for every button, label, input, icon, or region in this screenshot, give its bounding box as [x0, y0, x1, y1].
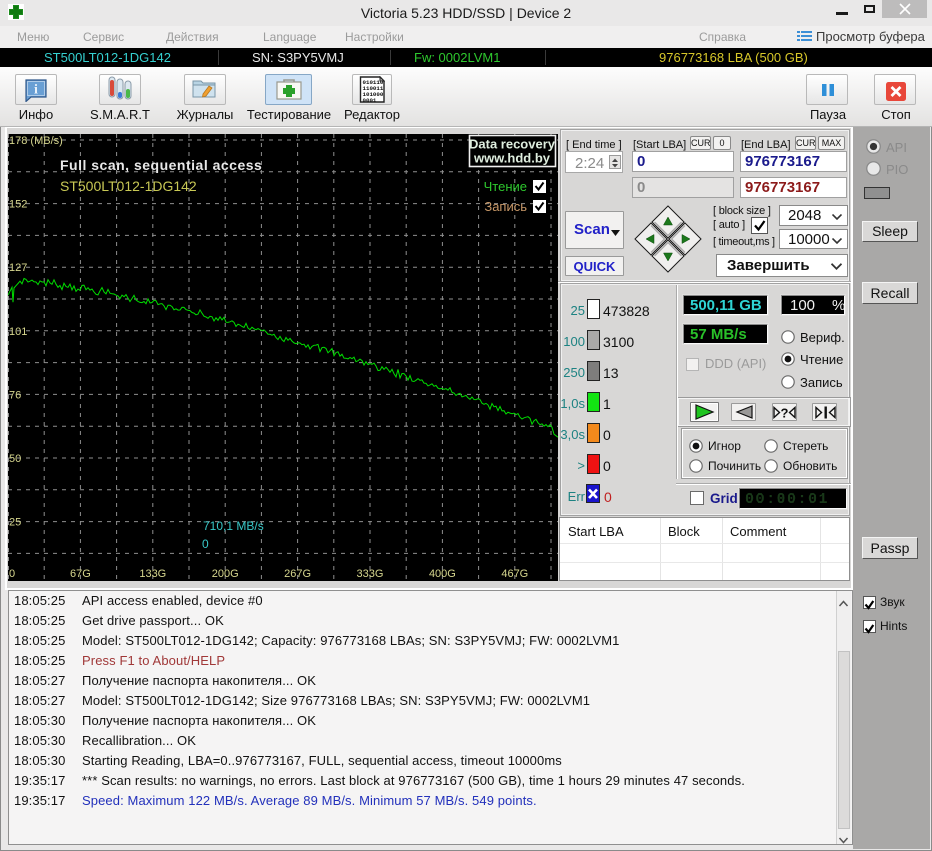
svg-text:Data recovery: Data recovery	[469, 137, 556, 152]
svg-text:Чтение: Чтение	[484, 179, 527, 194]
svg-text:Запись: Запись	[484, 199, 527, 214]
svg-text:152: 152	[9, 199, 27, 211]
svg-text:127: 127	[9, 262, 27, 274]
svg-text:www.hdd.by: www.hdd.by	[473, 151, 551, 166]
svg-text:76: 76	[9, 389, 21, 401]
svg-text:ST500LT012-1DG142: ST500LT012-1DG142	[60, 178, 197, 194]
svg-text:67G: 67G	[70, 568, 91, 580]
svg-text:25: 25	[9, 517, 21, 529]
svg-text:0: 0	[9, 568, 15, 580]
svg-text:267G: 267G	[284, 568, 311, 580]
svg-text:178 (MB/s): 178 (MB/s)	[9, 135, 63, 147]
svg-text:50: 50	[9, 453, 21, 465]
svg-text:Full scan, sequential access: Full scan, sequential access	[60, 157, 262, 173]
svg-text:400G: 400G	[429, 568, 456, 580]
svg-text:467G: 467G	[501, 568, 528, 580]
svg-text:333G: 333G	[357, 568, 384, 580]
svg-text:?: ?	[781, 406, 789, 419]
svg-text:0: 0	[202, 537, 209, 551]
svg-text:101: 101	[9, 326, 27, 338]
svg-text:i: i	[34, 83, 38, 98]
svg-text:200G: 200G	[212, 568, 239, 580]
svg-text:133G: 133G	[139, 568, 166, 580]
svg-text:710,1 MB/s: 710,1 MB/s	[203, 519, 264, 533]
svg-text:0001: 0001	[363, 97, 377, 103]
